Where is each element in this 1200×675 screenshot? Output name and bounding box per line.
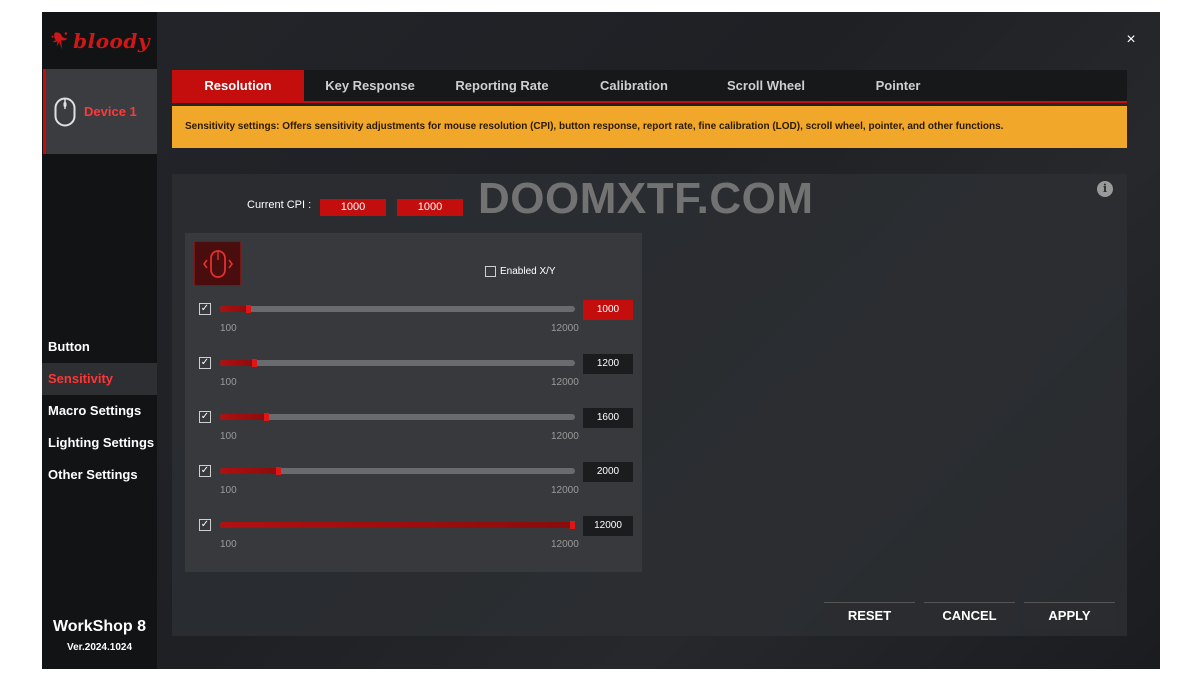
brand-logo: bloody (50, 26, 150, 56)
sidebar-item-other-settings[interactable]: Other Settings (42, 459, 157, 491)
mouse-badge (194, 241, 241, 286)
current-cpi-y: 1000 (397, 199, 463, 216)
level-4-checkbox[interactable]: ✓ (199, 465, 211, 477)
level-3-min: 100 (220, 431, 237, 442)
reset-button[interactable]: RESET (824, 602, 915, 630)
level-3-slider-fill (220, 414, 268, 420)
level-2-checkbox[interactable]: ✓ (199, 357, 211, 369)
level-1-slider[interactable] (220, 305, 575, 313)
sidebar-item-button[interactable]: Button (42, 331, 157, 363)
level-4-slider-thumb[interactable] (276, 467, 281, 475)
level-4-value[interactable]: 2000 (583, 462, 633, 482)
level-3-slider-thumb[interactable] (264, 413, 269, 421)
level-3-slider[interactable] (220, 413, 575, 421)
level-2-slider[interactable] (220, 359, 575, 367)
level-5-max: 12000 (551, 539, 579, 550)
level-2-slider-thumb[interactable] (252, 359, 257, 367)
apply-button[interactable]: APPLY (1024, 602, 1115, 630)
level-5-slider[interactable] (220, 521, 575, 529)
tab-calibration[interactable]: Calibration (568, 70, 700, 102)
level-2-min: 100 (220, 377, 237, 388)
level-2-value[interactable]: 1200 (583, 354, 633, 374)
app-version: Ver.2024.1024 (66, 642, 133, 653)
current-cpi-label: Current CPI : (247, 199, 312, 211)
tab-resolution[interactable]: Resolution (172, 70, 304, 102)
tab-key-response[interactable]: Key Response (304, 70, 436, 102)
cpi-level-row: ✓ 100 12000 12000 (185, 516, 642, 559)
mouse-icon (54, 97, 76, 126)
sidebar: bloody Device 1 Button Sensitivity Macro… (42, 12, 157, 669)
cancel-button[interactable]: CANCEL (924, 602, 1015, 630)
level-3-max: 12000 (551, 431, 579, 442)
sidebar-nav: Button Sensitivity Macro Settings Lighti… (42, 331, 157, 491)
enabled-xy-toggle[interactable]: Enabled X/Y (485, 266, 556, 277)
brand-logo-text: bloody (73, 29, 150, 53)
level-2-max: 12000 (551, 377, 579, 388)
app-name: WorkShop 8 (52, 618, 147, 635)
tab-bar: Resolution Key Response Reporting Rate C… (172, 70, 1127, 102)
hand-logo-icon (51, 32, 68, 50)
tab-scroll-wheel[interactable]: Scroll Wheel (700, 70, 832, 102)
close-button[interactable]: × (1121, 31, 1141, 49)
level-1-min: 100 (220, 323, 237, 334)
cpi-levels-box: Enabled X/Y ✓ 100 12000 1000 ✓ 100 12000… (185, 233, 642, 572)
app-brand: WorkShop 8 Ver.2024.1024 (42, 618, 157, 653)
level-4-max: 12000 (551, 485, 579, 496)
level-1-checkbox[interactable]: ✓ (199, 303, 211, 315)
level-5-checkbox[interactable]: ✓ (199, 519, 211, 531)
cpi-level-row: ✓ 100 12000 1200 (185, 354, 642, 397)
cpi-level-row: ✓ 100 12000 1000 (185, 300, 642, 343)
level-3-checkbox[interactable]: ✓ (199, 411, 211, 423)
level-1-max: 12000 (551, 323, 579, 334)
level-5-value[interactable]: 12000 (583, 516, 633, 536)
mouse-resolution-icon (202, 249, 233, 278)
level-1-value[interactable]: 1000 (583, 300, 633, 320)
enabled-xy-label: Enabled X/Y (500, 266, 556, 277)
cpi-level-row: ✓ 100 12000 1600 (185, 408, 642, 451)
level-1-slider-thumb[interactable] (246, 305, 251, 313)
app-window: bloody Device 1 Button Sensitivity Macro… (42, 12, 1160, 669)
sidebar-item-sensitivity[interactable]: Sensitivity (42, 363, 157, 395)
sidebar-item-lighting-settings[interactable]: Lighting Settings (42, 427, 157, 459)
current-cpi-x: 1000 (320, 199, 386, 216)
info-banner: Sensitivity settings: Offers sensitivity… (172, 106, 1127, 148)
level-2-slider-fill (220, 360, 256, 366)
device-label: Device 1 (84, 104, 137, 119)
tab-pointer[interactable]: Pointer (832, 70, 964, 102)
info-icon[interactable]: i (1097, 181, 1113, 197)
level-4-min: 100 (220, 485, 237, 496)
watermark: DOOMXTF.COM (478, 174, 814, 223)
tab-reporting-rate[interactable]: Reporting Rate (436, 70, 568, 102)
resolution-panel: i Current CPI : 1000 1000 DOOMXTF.COM En… (172, 174, 1127, 636)
cpi-level-row: ✓ 100 12000 2000 (185, 462, 642, 505)
level-4-slider-fill (220, 468, 280, 474)
level-4-slider[interactable] (220, 467, 575, 475)
level-3-value[interactable]: 1600 (583, 408, 633, 428)
level-5-min: 100 (220, 539, 237, 550)
level-5-slider-fill (220, 522, 574, 528)
enabled-xy-checkbox[interactable] (485, 266, 496, 277)
tab-underline (172, 101, 1127, 103)
sidebar-item-macro-settings[interactable]: Macro Settings (42, 395, 157, 427)
device-selector[interactable]: Device 1 (43, 69, 157, 154)
level-5-slider-thumb[interactable] (570, 521, 575, 529)
